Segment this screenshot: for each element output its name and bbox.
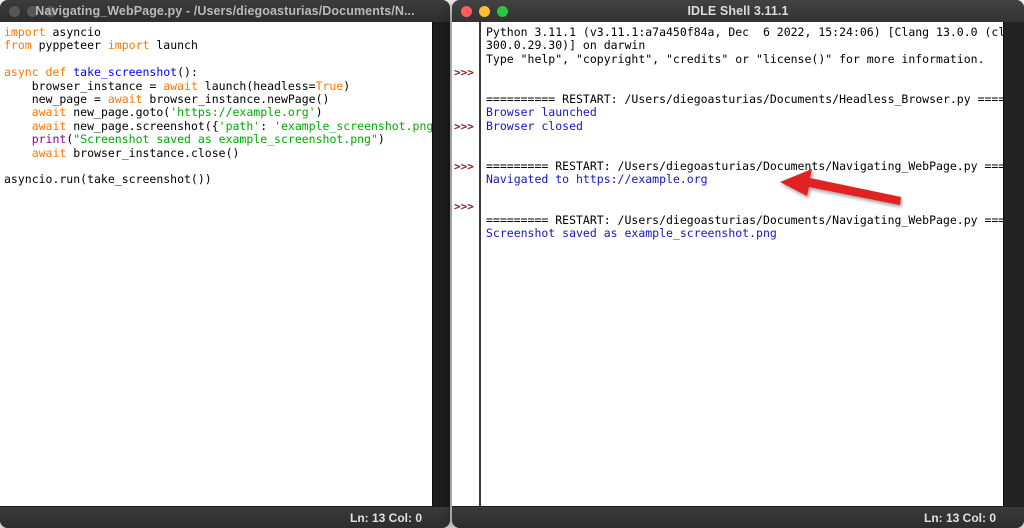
code-token: new_page = [4, 92, 108, 107]
code-token: launch [149, 38, 198, 53]
code-token: ) [343, 78, 351, 93]
shell-body: >>> >>> >>> >>> Python 3.11.1 (v3.11.1:a7a4… [452, 22, 1024, 507]
code-token: from [4, 38, 32, 53]
maximize-button-icon[interactable] [45, 5, 56, 17]
code-token: await [31, 118, 67, 133]
code-token: asyncio [45, 25, 101, 39]
code-token: 300.0.29.30)] on darwin [486, 38, 646, 53]
code-token: Type "help", "copyright", "credits" or "… [486, 51, 985, 66]
shell-traffic-lights [452, 5, 508, 17]
code-token: (): [177, 65, 198, 80]
shell-statusbar: Ln: 13 Col: 0 [452, 506, 1024, 528]
code-token: ) [315, 105, 323, 120]
code-token: await [31, 105, 67, 120]
code-token: True [315, 78, 344, 93]
code-token: import [4, 25, 46, 39]
editor-scrollbar-thumb[interactable] [433, 22, 450, 507]
shell-output-text[interactable]: Python 3.11.1 (v3.11.1:a7a450f84a, Dec 6… [486, 25, 1003, 241]
code-token: browser_instance.newPage() [142, 92, 330, 107]
code-token: new_page.goto( [66, 105, 171, 120]
minimize-button-icon[interactable] [27, 5, 38, 17]
shell-vertical-scrollbar[interactable] [1003, 22, 1024, 507]
close-button-icon[interactable] [9, 5, 20, 17]
editor-statusbar: Ln: 13 Col: 0 [0, 506, 450, 528]
code-token: Browser launched [486, 105, 597, 120]
close-button-icon[interactable] [461, 5, 472, 17]
editor-traffic-lights [0, 5, 56, 17]
shell-window-title: IDLE Shell 3.11.1 [687, 4, 789, 18]
source-code[interactable]: import asyncio from pyppeteer import lau… [4, 25, 432, 187]
code-token: launch(headless= [197, 78, 316, 93]
desktop: Navigating_WebPage.py - /Users/diegoastu… [0, 0, 1024, 528]
code-token: 'path' [218, 118, 261, 133]
editor-window-title: Navigating_WebPage.py - /Users/diegoastu… [35, 4, 415, 18]
code-token: browser_instance = [4, 78, 164, 93]
code-token: new_page.screenshot({ [66, 118, 219, 133]
code-token: 'example_screenshot.png' [274, 118, 432, 133]
shell-titlebar[interactable]: IDLE Shell 3.11.1 [452, 0, 1024, 23]
code-token: Browser closed [486, 118, 583, 133]
code-token: ========= RESTART: /Users/diegoasturias/… [486, 212, 1003, 227]
code-token: import [107, 38, 150, 53]
shell-prompt-gutter: >>> >>> >>> >>> [452, 22, 481, 507]
shell-window[interactable]: IDLE Shell 3.11.1 >>> >>> >>> >>> Python 3.… [452, 0, 1024, 528]
shell-cursor-position: Ln: 13 Col: 0 [923, 510, 996, 525]
shell-prompt-marker: >>> [454, 66, 474, 80]
code-token: : [260, 118, 275, 133]
code-token: ) [377, 132, 385, 147]
code-token: ========= RESTART: /Users/diegoasturias/… [486, 159, 1003, 174]
code-token: async def [4, 65, 67, 80]
code-token: browser_instance.close() [66, 145, 240, 160]
editor-window[interactable]: Navigating_WebPage.py - /Users/diegoastu… [0, 0, 450, 528]
code-token: Python 3.11.1 (v3.11.1:a7a450f84a, Dec 6… [486, 25, 1003, 39]
shell-output-area[interactable]: Python 3.11.1 (v3.11.1:a7a450f84a, Dec 6… [481, 22, 1003, 507]
editor-body: import asyncio from pyppeteer import lau… [0, 22, 450, 507]
code-token: await [163, 78, 198, 93]
code-token: Screenshot saved as example_screenshot.p… [486, 226, 777, 241]
code-token: print [31, 132, 67, 147]
code-token: Navigated to https://example.org [486, 172, 708, 187]
editor-cursor-position: Ln: 13 Col: 0 [349, 510, 422, 525]
code-editor-area[interactable]: import asyncio from pyppeteer import lau… [0, 22, 432, 507]
code-token: "Screenshot saved as example_screenshot.… [73, 132, 378, 147]
code-token: asyncio.run(take_screenshot()) [4, 172, 212, 187]
code-token: 'https://example.org' [170, 105, 316, 120]
editor-vertical-scrollbar[interactable] [432, 22, 450, 507]
code-token: ========== RESTART: /Users/diegoasturias… [486, 92, 1003, 107]
code-token: pyppeteer [31, 38, 108, 53]
code-token: await [31, 145, 67, 160]
shell-prompt-marker: >>> [454, 200, 474, 214]
maximize-button-icon[interactable] [497, 5, 508, 17]
code-token: take_screenshot [73, 65, 178, 80]
shell-prompt-marker: >>> [454, 119, 474, 133]
minimize-button-icon[interactable] [479, 5, 490, 17]
code-token: await [107, 92, 143, 107]
editor-titlebar[interactable]: Navigating_WebPage.py - /Users/diegoastu… [0, 0, 450, 23]
shell-prompt-marker: >>> [454, 160, 474, 173]
